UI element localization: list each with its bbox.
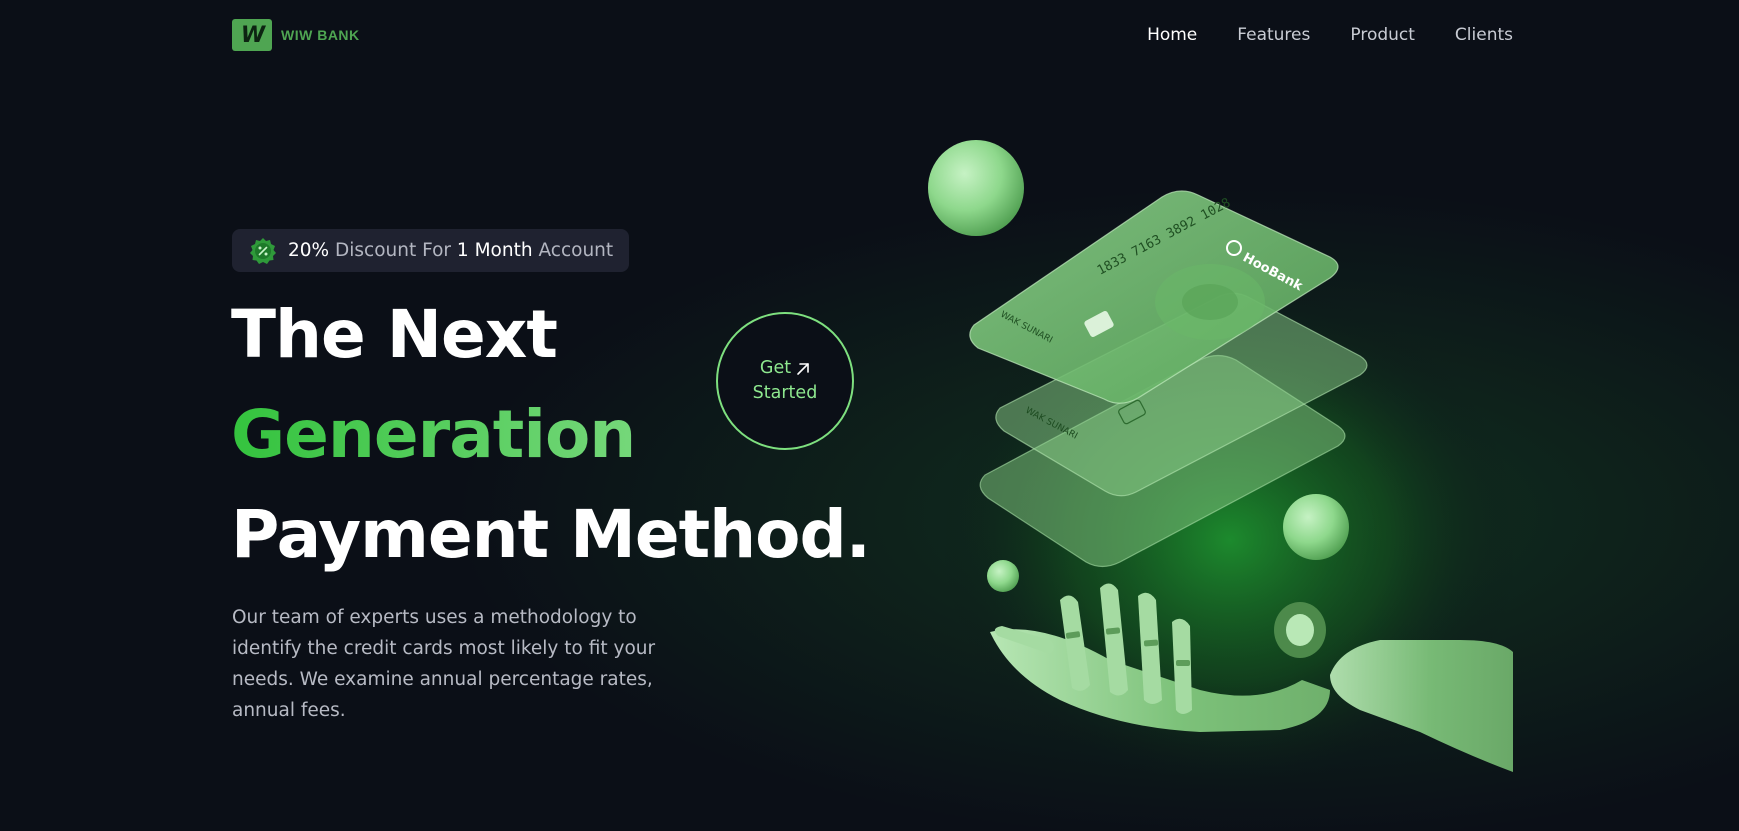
- nav-item-product[interactable]: Product: [1350, 25, 1415, 45]
- get-started-row-2: Started: [753, 381, 818, 406]
- nav-links: Home Features Product Clients: [1147, 25, 1513, 45]
- logo-mark-icon: W: [232, 19, 272, 51]
- discount-text-1: Discount For: [335, 240, 452, 261]
- sphere-small: [987, 560, 1019, 592]
- hero-description: Our team of experts uses a methodology t…: [232, 607, 656, 721]
- get-started-label-2: Started: [752, 383, 818, 403]
- nav-item-home[interactable]: Home: [1147, 25, 1197, 45]
- sphere-medium: [1283, 494, 1349, 560]
- discount-text-2: Account: [538, 240, 614, 261]
- sphere-large: [928, 140, 1024, 236]
- logo[interactable]: W WIW BANK: [232, 19, 360, 51]
- get-started-row-1: Get: [760, 356, 810, 381]
- discount-text: 20% Discount For 1 Month Account: [288, 240, 613, 261]
- nav-item-features[interactable]: Features: [1237, 25, 1310, 45]
- discount-month: 1 Month: [456, 240, 533, 261]
- get-started-button[interactable]: Get Started: [716, 312, 854, 450]
- discount-percent: 20%: [288, 240, 330, 261]
- hero-page: W WIW BANK Home Features Product Clients…: [0, 0, 1739, 831]
- discount-icon: [250, 237, 276, 264]
- logo-text: WIW BANK: [281, 27, 360, 43]
- hero-illustration: WAK SUNARI 1833 7163 3892 1028 HooBank W…: [928, 140, 1513, 800]
- nav-item-clients[interactable]: Clients: [1455, 25, 1513, 45]
- headline-line-3: Payment Method.: [231, 496, 871, 573]
- navbar: W WIW BANK Home Features Product Clients: [232, 18, 1513, 52]
- arrow-up-right-icon: [797, 362, 809, 375]
- get-started-label-1: Get: [759, 358, 792, 378]
- discount-badge: 20% Discount For 1 Month Account: [232, 229, 630, 272]
